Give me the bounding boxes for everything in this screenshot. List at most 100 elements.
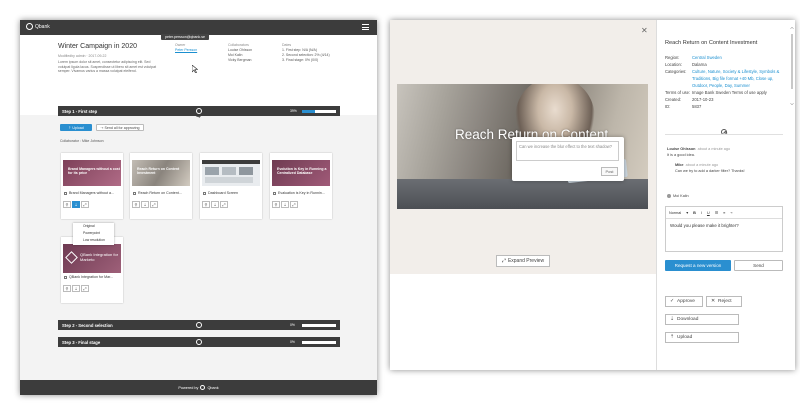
asset-card[interactable]: Brand Managers without a cost for its pr…: [61, 153, 123, 219]
download-icon[interactable]: ⇣: [72, 201, 80, 208]
comment-popup: Can we increase the blur effect to the t…: [512, 137, 624, 181]
download-icon[interactable]: ⇣: [72, 285, 80, 292]
asset-name-label: Brand Managers without a...: [69, 191, 114, 195]
close-icon[interactable]: ✕: [641, 26, 648, 35]
owner-column: Owner Peter Persson: [175, 43, 197, 53]
step-label: Step 3 - Final stage: [62, 339, 101, 345]
chevron-down-icon[interactable]: [196, 339, 202, 345]
thumbnail-text: QBank Integration for Marketo: [80, 252, 119, 262]
meta-row: Region: Central Sweden: [665, 54, 782, 61]
campaign-window: Qbank Winter Campaign in 2020 Modifiedby…: [20, 20, 377, 395]
modified-meta: Modifiedby admin · 2017-09-22: [58, 54, 107, 58]
thumbnail-text: Reach Return on Content Investment: [137, 167, 180, 176]
expand-icon[interactable]: ⤢: [150, 201, 158, 208]
download-button[interactable]: ⇣ Download: [665, 314, 739, 325]
asset-thumbnail[interactable]: [202, 160, 260, 186]
step-percent: 0%: [290, 322, 295, 327]
asset-name: QBank Integration for Mar...: [64, 275, 120, 279]
upload-icon: ⇡: [670, 335, 675, 340]
download-icon[interactable]: ⇣: [281, 201, 289, 208]
expand-icon[interactable]: ⤢: [81, 285, 89, 292]
step-3-bar[interactable]: Step 3 - Final stage 0%: [58, 337, 340, 347]
chevron-down-icon[interactable]: ▾: [686, 210, 688, 215]
expand-icon[interactable]: ⤢: [220, 201, 228, 208]
download-icon[interactable]: ⇣: [211, 201, 219, 208]
numbered-list-icon[interactable]: ≡: [723, 211, 725, 215]
underline-icon[interactable]: U: [707, 211, 710, 215]
cursor-icon: [192, 65, 198, 73]
asset-card[interactable]: QBank Integration for Marketo QBank Inte…: [61, 237, 123, 303]
list-icon[interactable]: ☰: [715, 210, 718, 215]
asset-thumbnail[interactable]: Reach Return on Content Investment: [132, 160, 190, 186]
post-button[interactable]: Post: [601, 167, 618, 176]
download-dropdown: Original Powerpoint Low resolution: [73, 223, 114, 245]
check-icon: ✓: [670, 299, 675, 304]
pin-icon[interactable]: ⚲: [132, 201, 140, 208]
editor-toolbar: Normal ▾ B I U ☰ ≡ ⌁: [666, 207, 782, 219]
pin-icon[interactable]: ⚲: [63, 201, 71, 208]
meta-value[interactable]: Central Sweden: [692, 54, 782, 61]
asset-name-label: Dashboard Screen: [208, 191, 238, 195]
reply-editor[interactable]: Normal ▾ B I U ☰ ≡ ⌁ Would you please ma…: [665, 206, 783, 252]
bold-icon[interactable]: B: [693, 211, 696, 215]
top-bar: Qbank: [20, 20, 377, 35]
approve-button[interactable]: ✓ Approve: [665, 296, 703, 307]
footer: Powered by Qbank: [20, 380, 377, 395]
meta-row: Created: 2017-10-23: [665, 96, 782, 103]
photo-desk: [397, 179, 648, 209]
qbank-logo-icon: [26, 23, 33, 30]
scrollbar[interactable]: [790, 26, 794, 106]
asset-card[interactable]: Dashboard Screen ⚲ ⇣ ⤢: [200, 153, 262, 219]
pin-icon[interactable]: ⚲: [272, 201, 280, 208]
step-label: Step 1 - First step: [62, 108, 98, 114]
comment-author: Louise Ohlsson: [667, 147, 696, 151]
chevron-up-icon[interactable]: [196, 108, 202, 114]
meta-key: Region:: [665, 55, 680, 60]
asset-thumbnail[interactable]: Brand Managers without a cost for its pr…: [63, 160, 121, 186]
expand-icon[interactable]: ⤢: [81, 201, 89, 208]
comment-textarea[interactable]: Can we increase the blur effect to the t…: [516, 141, 619, 161]
meta-row: ID: 5837: [665, 103, 782, 110]
pin-icon[interactable]: ⚲: [63, 285, 71, 292]
asset-title: Reach Return on Content Investment: [665, 40, 758, 46]
link-icon[interactable]: ⌁: [730, 210, 732, 215]
step-1-bar[interactable]: Step 1 - First step 39%: [58, 106, 340, 116]
send-all-button[interactable]: ⇢ Send all for approving: [96, 124, 144, 131]
owner-link[interactable]: Peter Persson: [175, 48, 197, 53]
step-2-bar[interactable]: Step 2 - Second selection 0%: [58, 320, 340, 330]
meta-row: Location: Dalarna: [665, 61, 782, 68]
asset-thumbnail[interactable]: QBank Integration for Marketo: [63, 244, 121, 273]
reject-button[interactable]: ✕ Reject: [706, 296, 742, 307]
expand-preview-button[interactable]: ⤢ Expand Preview: [496, 255, 550, 267]
comment-time: about a minute ago: [697, 147, 731, 151]
send-button[interactable]: Send: [734, 260, 783, 271]
thumb-block: [205, 167, 219, 175]
menu-icon[interactable]: [362, 24, 369, 30]
meta-key: Categories:: [665, 69, 687, 74]
format-select[interactable]: Normal: [669, 211, 681, 215]
upload-button[interactable]: ⇡ Upload: [60, 124, 92, 131]
dropdown-option-powerpoint[interactable]: Powerpoint: [73, 230, 114, 237]
request-new-version-button[interactable]: Request a new version: [665, 260, 731, 271]
comment-reply: Mike about a minute ago Can we try to ad…: [675, 163, 745, 174]
editor-content[interactable]: Would you please make it brighter?: [666, 219, 782, 233]
italic-icon[interactable]: I: [701, 211, 702, 215]
pin-icon[interactable]: ⚲: [202, 201, 210, 208]
upload-button[interactable]: ⇡ Upload: [665, 332, 739, 343]
asset-card[interactable]: Evolution is Key in Running a Centralize…: [270, 153, 332, 219]
asset-thumbnail[interactable]: Evolution is Key in Running a Centralize…: [272, 160, 330, 186]
download-icon[interactable]: ⇣: [141, 201, 149, 208]
reply-author: Moi Kalin: [673, 194, 689, 198]
meta-value[interactable]: Culture, Nature, Society & Lifestyle, Sy…: [692, 68, 782, 89]
step-progress-fill: [302, 109, 316, 113]
chevron-down-icon[interactable]: [196, 322, 202, 328]
expand-icon[interactable]: ⤢: [290, 201, 298, 208]
dropdown-option-low-resolution[interactable]: Low resolution: [73, 237, 114, 244]
file-icon: [64, 191, 67, 195]
qbank-logo[interactable]: Qbank: [26, 23, 50, 30]
meta-value: 5837: [692, 104, 702, 109]
asset-card[interactable]: Reach Return on Content Investment Reach…: [130, 153, 192, 219]
asset-actions: ⚲ ⇣ ⤢: [202, 201, 228, 208]
project-header: Winter Campaign in 2020 Modifiedby admin…: [20, 35, 377, 117]
dropdown-option-original[interactable]: Original: [73, 223, 114, 230]
